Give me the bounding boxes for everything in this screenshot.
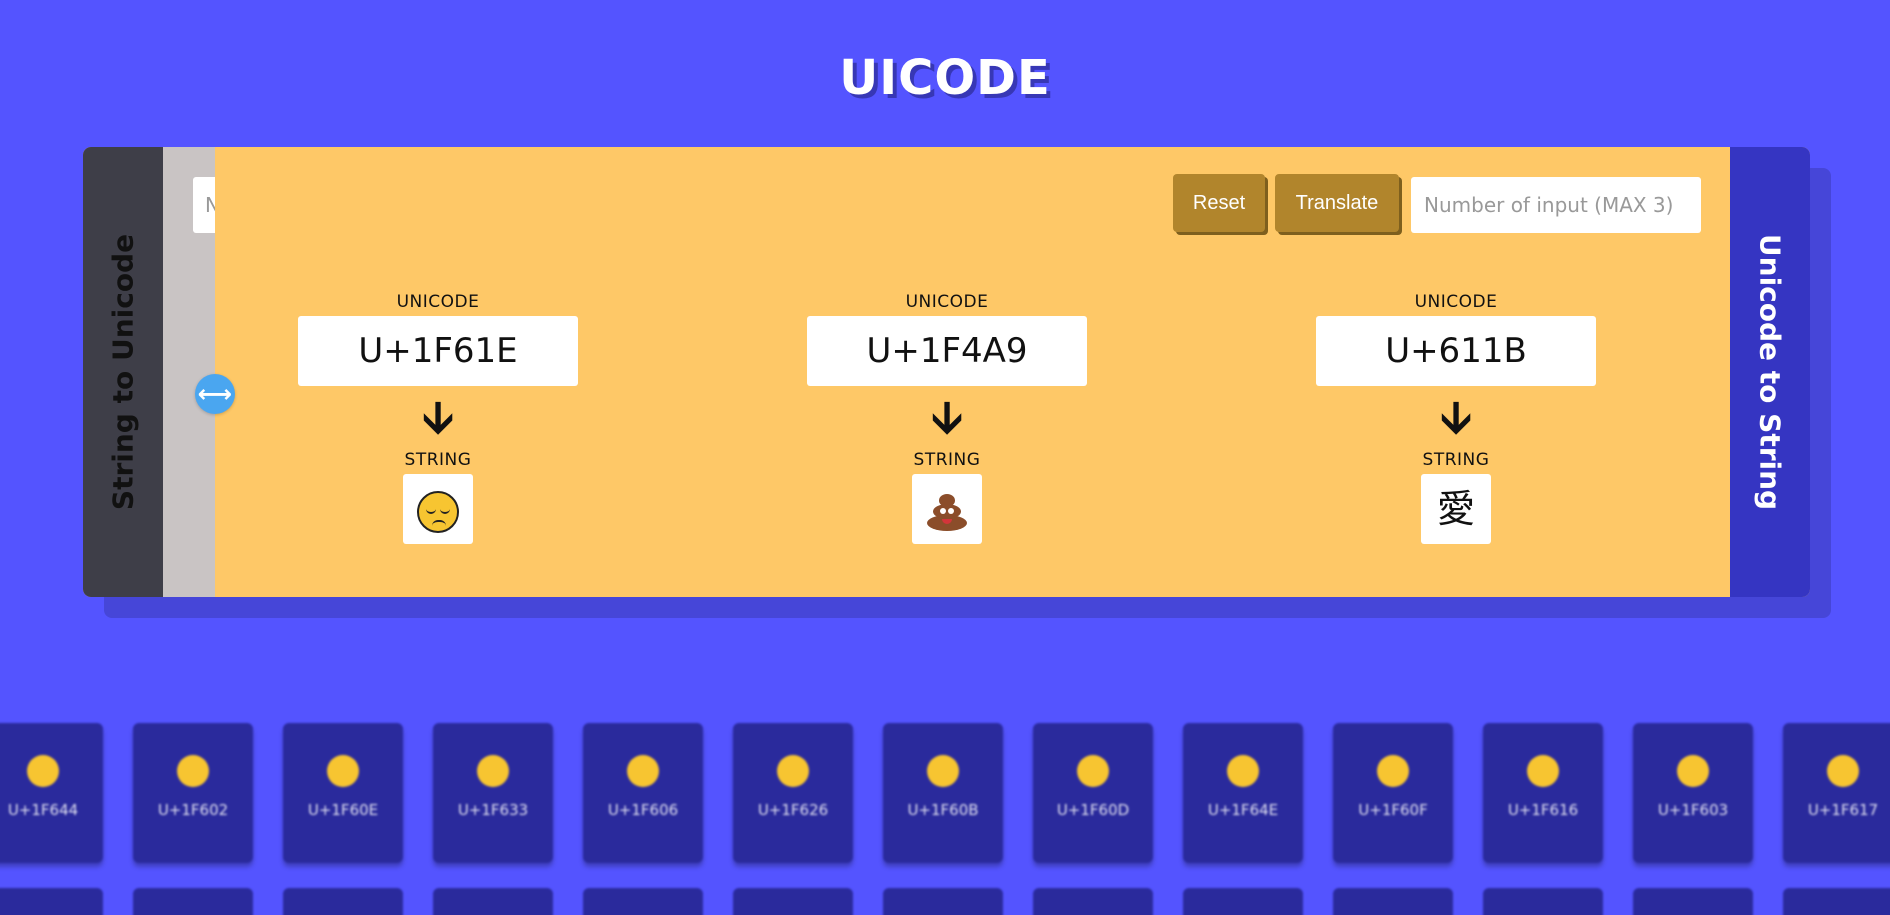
unicode-value: U+611B	[1316, 316, 1596, 386]
emoji-tile-code: U+1F60B	[907, 801, 979, 819]
emoji-tile-code: U+1F60D	[1056, 801, 1130, 819]
sunglasses-emoji-icon	[327, 755, 359, 787]
frowning-emoji-icon	[777, 755, 809, 787]
confounded-emoji-icon	[1527, 755, 1559, 787]
unicode-label: UNICODE	[905, 292, 989, 312]
unicode-to-string-label: Unicode to String	[1753, 233, 1787, 511]
string-label: STRING	[404, 450, 472, 470]
emoji-tile-code: U+1F633	[457, 801, 529, 819]
emoji-tile-code: U+1F602	[157, 801, 229, 819]
emoji-tile[interactable]: U+1F644	[0, 723, 103, 863]
flushed-emoji-icon	[477, 755, 509, 787]
converter-panel: String to Unicode N ⟷ Reset Translate UN…	[83, 147, 1810, 597]
emoji-tile[interactable]: U+1F633	[433, 723, 553, 863]
string-value	[912, 474, 982, 544]
emoji-tile[interactable]: U+1F606	[583, 723, 703, 863]
emoji-tile[interactable]: U+1F602	[133, 723, 253, 863]
unicode-value: U+1F4A9	[807, 316, 1087, 386]
unicode-to-string-tab[interactable]: Unicode to String	[1730, 147, 1810, 597]
heart-eyes-emoji-icon	[1077, 755, 1109, 787]
emoji-tile[interactable]: U+1F616	[1483, 723, 1603, 863]
string-value	[403, 474, 473, 544]
emoji-tile-code: U+1F60F	[1358, 801, 1428, 819]
string-to-unicode-tab[interactable]: String to Unicode	[83, 147, 163, 597]
result-column: UNICODE U+1F61E 🡫 STRING	[298, 292, 578, 544]
string-value: 愛	[1421, 474, 1491, 544]
emoji-tile-code: U+1F603	[1657, 801, 1729, 819]
eye-roll-emoji-icon	[27, 755, 59, 787]
grinning-emoji-icon	[1677, 755, 1709, 787]
smirk-emoji-icon	[1377, 755, 1409, 787]
pensive-face-emoji-icon	[417, 490, 459, 533]
emoji-tile-partial[interactable]	[283, 888, 403, 915]
emoji-tile-partial[interactable]	[1333, 888, 1453, 915]
horizontal-arrows-icon[interactable]: ⟷	[195, 374, 235, 414]
result-column: UNICODE U+1F4A9 🡫 STRING	[807, 292, 1087, 544]
string-label: STRING	[913, 450, 981, 470]
app-title: UICODE	[839, 50, 1051, 106]
emoji-tile-code: U+1F64E	[1207, 801, 1279, 819]
emoji-tile[interactable]: U+1F626	[733, 723, 853, 863]
emoji-tile-partial[interactable]	[1783, 888, 1890, 915]
emoji-tile[interactable]: U+1F617	[1783, 723, 1890, 863]
result-column: UNICODE U+611B 🡫 STRING 愛	[1316, 292, 1596, 544]
unicode-label: UNICODE	[396, 292, 480, 312]
emoji-tile-partial[interactable]	[583, 888, 703, 915]
laughing-emoji-icon	[627, 755, 659, 787]
reset-button[interactable]: Reset	[1173, 174, 1265, 232]
person-pouting-emoji-icon	[1227, 755, 1259, 787]
emoji-tile-partial[interactable]	[883, 888, 1003, 915]
emoji-tile[interactable]: U+1F60E	[283, 723, 403, 863]
emoji-tile-partial[interactable]	[0, 888, 103, 915]
emoji-tile[interactable]: U+1F60B	[883, 723, 1003, 863]
emoji-tile-partial[interactable]	[433, 888, 553, 915]
emoji-tile-code: U+1F616	[1507, 801, 1579, 819]
emoji-tile-partial[interactable]	[1483, 888, 1603, 915]
yum-emoji-icon	[927, 755, 959, 787]
emoji-tile-code: U+1F60E	[307, 801, 379, 819]
string-input-partial[interactable]: N	[193, 177, 215, 233]
emoji-tile-partial[interactable]	[133, 888, 253, 915]
emoji-tile-partial[interactable]	[733, 888, 853, 915]
pile-of-poo-emoji-icon	[925, 491, 969, 533]
emoji-tile-code: U+1F644	[7, 801, 79, 819]
emoji-tile[interactable]: U+1F603	[1633, 723, 1753, 863]
tears-of-joy-emoji-icon	[177, 755, 209, 787]
arrow-down-icon: 🡫	[422, 392, 454, 443]
emoji-tile-row: U+1F644 U+1F602 U+1F60E U+1F633 U+1F606 U+1F6…	[0, 723, 1890, 863]
emoji-tile-partial[interactable]	[1633, 888, 1753, 915]
emoji-tile-code: U+1F617	[1807, 801, 1879, 819]
emoji-tile-code: U+1F606	[607, 801, 679, 819]
string-to-unicode-label: String to Unicode	[106, 233, 140, 511]
unicode-value: U+1F61E	[298, 316, 578, 386]
string-label: STRING	[1422, 450, 1490, 470]
emoji-tile[interactable]: U+1F64E	[1183, 723, 1303, 863]
emoji-tile[interactable]: U+1F60F	[1333, 723, 1453, 863]
emoji-tile-code: U+1F626	[757, 801, 829, 819]
emoji-tile-partial[interactable]	[1183, 888, 1303, 915]
kissing-emoji-icon	[1827, 755, 1859, 787]
emoji-tile[interactable]: U+1F60D	[1033, 723, 1153, 863]
emoji-tile-partial[interactable]	[1033, 888, 1153, 915]
number-of-input-field[interactable]	[1411, 177, 1701, 233]
translate-button[interactable]: Translate	[1275, 174, 1399, 232]
emoji-tile-row-partial	[0, 888, 1890, 915]
arrow-down-icon: 🡫	[931, 392, 963, 443]
arrow-down-icon: 🡫	[1440, 392, 1472, 443]
unicode-label: UNICODE	[1414, 292, 1498, 312]
